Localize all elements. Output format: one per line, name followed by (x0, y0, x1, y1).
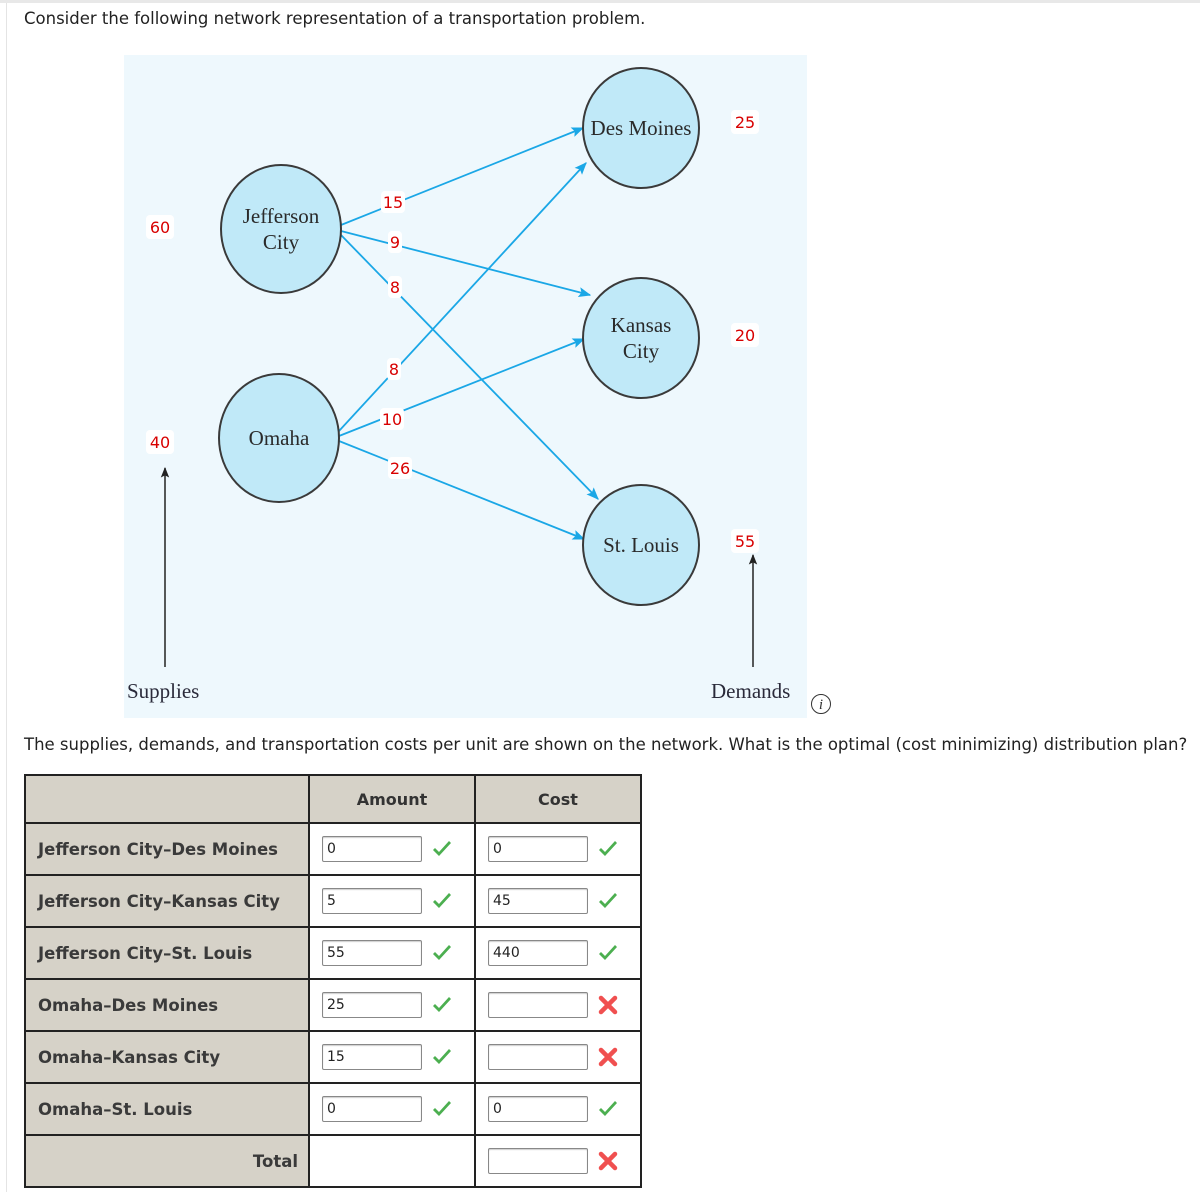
amount-input[interactable] (322, 992, 422, 1018)
dest-des-moines-demand: 25 (735, 113, 755, 132)
origin-jefferson-city-node-label: Jefferson (243, 204, 320, 228)
total-cost-input[interactable] (488, 1148, 588, 1174)
arc-1 (340, 230, 592, 298)
origin-jefferson-city-supply: 60 (150, 218, 170, 237)
cost-input[interactable] (488, 836, 588, 862)
cross-icon (598, 1151, 618, 1171)
info-icon[interactable]: i (811, 694, 831, 714)
check-icon (599, 893, 617, 908)
dest-kansas-city-node-label: City (623, 339, 660, 363)
table-row: Omaha–St. Louis (24, 1082, 642, 1136)
dest-kansas-city-demand: 20 (735, 326, 755, 345)
arc-4 (338, 338, 586, 437)
amount-input[interactable] (322, 836, 422, 862)
cross-icon (598, 1047, 618, 1067)
table-row: Jefferson City–St. Louis (24, 926, 642, 980)
route-label: Jefferson City–St. Louis (24, 926, 310, 980)
dest-st-louis-node-label: St. Louis (603, 533, 679, 557)
header-amount: Amount (308, 774, 476, 824)
origin-omaha-supply: 40 (150, 433, 170, 452)
amount-input[interactable] (322, 1096, 422, 1122)
amount-input[interactable] (322, 888, 422, 914)
top-border (0, 0, 1200, 3)
check-icon (599, 945, 617, 960)
check-icon (433, 893, 451, 908)
cost-input[interactable] (488, 888, 588, 914)
demands-label: Demands (711, 679, 790, 703)
arc-cost-label: 15 (383, 193, 403, 212)
table-row: Jefferson City–Kansas City (24, 874, 642, 928)
arc-cost-label: 10 (382, 410, 402, 429)
route-label: Omaha–Kansas City (24, 1030, 310, 1084)
arc-cost-label: 8 (389, 360, 399, 379)
table-header-row: Amount Cost (24, 774, 642, 824)
check-icon (433, 1101, 451, 1116)
cost-input[interactable] (488, 940, 588, 966)
table-row: Jefferson City–Des Moines (24, 822, 642, 876)
network-diagram: 159881026 JeffersonCity60Omaha40Des Moin… (127, 67, 790, 703)
header-cost: Cost (474, 774, 642, 824)
dest-st-louis-demand: 55 (735, 532, 755, 551)
check-icon (433, 1049, 451, 1064)
supplies-label: Supplies (127, 679, 199, 703)
amount-input[interactable] (322, 1044, 422, 1070)
route-label: Omaha–St. Louis (24, 1082, 310, 1136)
table-row: Omaha–Des Moines (24, 978, 642, 1032)
check-icon (599, 1101, 617, 1116)
arc-2 (340, 234, 599, 500)
table-row: Omaha–Kansas City (24, 1030, 642, 1084)
total-row: Total (24, 1134, 642, 1188)
total-label: Total (24, 1134, 310, 1188)
arc-3 (338, 162, 587, 432)
cost-input[interactable] (488, 1044, 588, 1070)
arc-5 (338, 440, 586, 540)
intro-text: Consider the following network represent… (24, 9, 646, 28)
arc-cost-label: 8 (390, 278, 400, 297)
total-amount-empty (308, 1134, 476, 1188)
route-label: Jefferson City–Des Moines (24, 822, 310, 876)
check-icon (433, 997, 451, 1012)
cost-input[interactable] (488, 992, 588, 1018)
header-route (24, 774, 310, 824)
question-text: The supplies, demands, and transportatio… (24, 735, 1188, 754)
check-icon (433, 945, 451, 960)
check-icon (433, 841, 451, 856)
network-figure: 15 9 8 8 10 26 Jefferson City 60 Omaha 40 Des Moin… (124, 55, 807, 718)
amount-input[interactable] (322, 940, 422, 966)
dest-kansas-city-node-label: Kansas (611, 313, 672, 337)
origin-jefferson-city-node-label: City (263, 230, 300, 254)
cross-icon (598, 995, 618, 1015)
origin-jefferson-city-node (220, 164, 342, 294)
distribution-plan-table: Amount Cost Jefferson City–Des MoinesJef… (24, 774, 642, 1188)
route-label: Jefferson City–Kansas City (24, 874, 310, 928)
check-icon (599, 841, 617, 856)
arc-0 (340, 127, 585, 226)
dest-kansas-city-node (582, 277, 700, 399)
cost-input[interactable] (488, 1096, 588, 1122)
left-border (6, 3, 7, 1192)
arc-cost-label: 26 (390, 459, 410, 478)
dest-des-moines-node-label: Des Moines (591, 116, 692, 140)
arc-cost-label: 9 (390, 233, 400, 252)
route-label: Omaha–Des Moines (24, 978, 310, 1032)
origin-omaha-node-label: Omaha (249, 426, 310, 450)
